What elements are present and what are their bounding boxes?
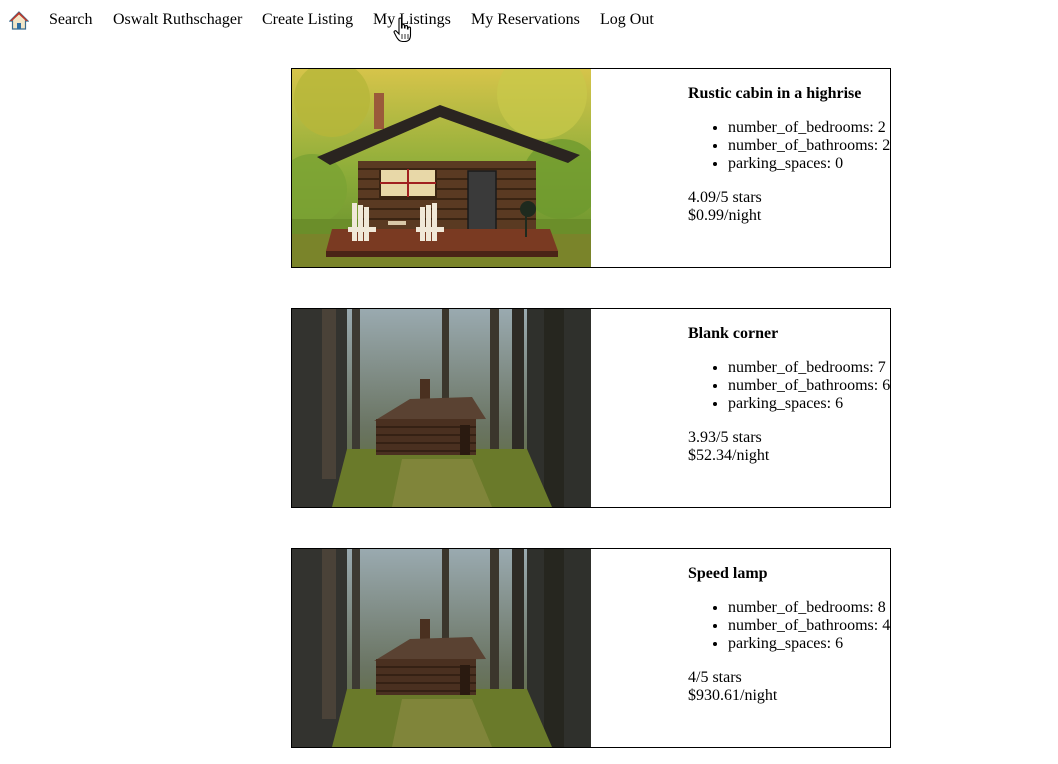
detail-parking: parking_spaces: 6 xyxy=(728,635,898,653)
top-nav: Search Oswalt Ruthschager Create Listing… xyxy=(0,0,1058,40)
listing-stats: 3.93/5 stars $52.34/night xyxy=(688,429,898,465)
listing-details: number_of_bedrooms: 2 number_of_bathroom… xyxy=(688,119,898,173)
listing-photo[interactable] xyxy=(292,69,591,267)
listing-price: $0.99/night xyxy=(688,207,762,224)
nav-log-out[interactable]: Log Out xyxy=(600,11,654,29)
listing-rating: 4/5 stars xyxy=(688,669,742,686)
detail-parking: parking_spaces: 0 xyxy=(728,155,898,173)
cabin-photo-forest xyxy=(292,549,591,747)
detail-bedrooms: number_of_bedrooms: 8 xyxy=(728,599,898,617)
home-link[interactable] xyxy=(8,11,30,31)
house-icon xyxy=(8,11,30,30)
listing-card[interactable]: Blank corner number_of_bedrooms: 7 numbe… xyxy=(291,308,891,508)
listing-details: number_of_bedrooms: 8 number_of_bathroom… xyxy=(688,599,898,653)
detail-parking: parking_spaces: 6 xyxy=(728,395,898,413)
listing-photo[interactable] xyxy=(292,549,591,747)
listing-title[interactable]: Speed lamp xyxy=(688,565,898,583)
listing-details: number_of_bedrooms: 7 number_of_bathroom… xyxy=(688,359,898,413)
cabin-photo-forest xyxy=(292,309,591,507)
detail-bathrooms: number_of_bathrooms: 6 xyxy=(728,377,898,395)
listing-info: Speed lamp number_of_bedrooms: 8 number_… xyxy=(688,565,898,705)
nav-create-listing[interactable]: Create Listing xyxy=(262,11,353,29)
detail-bedrooms: number_of_bedrooms: 2 xyxy=(728,119,898,137)
detail-bedrooms: number_of_bedrooms: 7 xyxy=(728,359,898,377)
nav-search[interactable]: Search xyxy=(49,11,93,29)
listing-price: $52.34/night xyxy=(688,447,770,464)
listing-rating: 4.09/5 stars xyxy=(688,189,762,206)
detail-bathrooms: number_of_bathrooms: 2 xyxy=(728,137,898,155)
listing-title[interactable]: Blank corner xyxy=(688,325,898,343)
listing-stats: 4.09/5 stars $0.99/night xyxy=(688,189,898,225)
listing-card[interactable]: Speed lamp number_of_bedrooms: 8 number_… xyxy=(291,548,891,748)
listing-price: $930.61/night xyxy=(688,687,778,704)
listing-rating: 3.93/5 stars xyxy=(688,429,762,446)
listing-photo[interactable] xyxy=(292,309,591,507)
listing-card[interactable]: Rustic cabin in a highrise number_of_bed… xyxy=(291,68,891,268)
listing-info: Blank corner number_of_bedrooms: 7 numbe… xyxy=(688,325,898,465)
detail-bathrooms: number_of_bathrooms: 4 xyxy=(728,617,898,635)
cabin-photo-sunny xyxy=(292,69,591,267)
listing-info: Rustic cabin in a highrise number_of_bed… xyxy=(688,85,898,225)
nav-my-reservations[interactable]: My Reservations xyxy=(471,11,580,29)
nav-user-profile[interactable]: Oswalt Ruthschager xyxy=(113,11,242,29)
listing-stats: 4/5 stars $930.61/night xyxy=(688,669,898,705)
listing-title[interactable]: Rustic cabin in a highrise xyxy=(688,85,898,103)
nav-my-listings[interactable]: My Listings xyxy=(373,11,451,29)
